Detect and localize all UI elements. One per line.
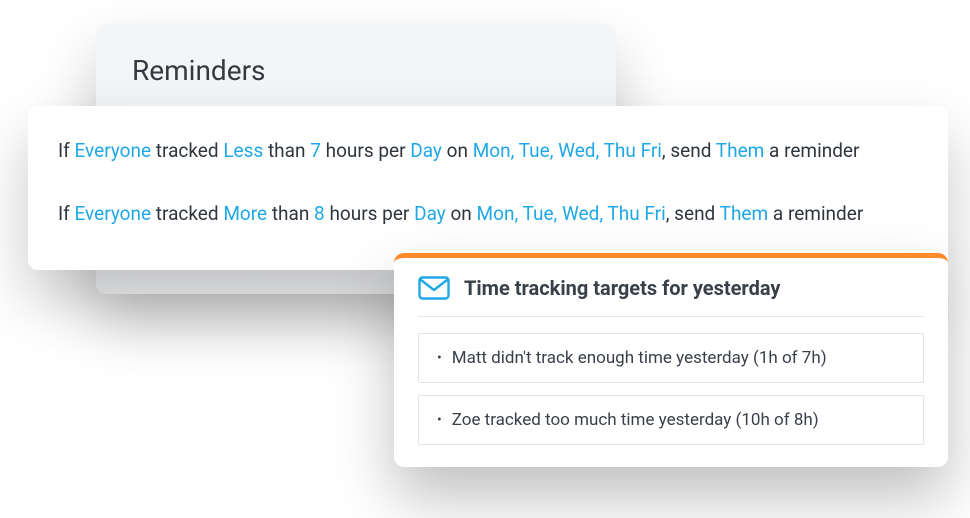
rule-period-token[interactable]: Day — [414, 202, 446, 225]
list-item: • Zoe tracked too much time yesterday (1… — [418, 395, 924, 445]
rule-hours-token[interactable]: 7 — [310, 139, 321, 162]
targets-title: Time tracking targets for yesterday — [464, 276, 780, 300]
page-title: Reminders — [132, 54, 580, 87]
rule-text: , send — [662, 139, 712, 162]
rule-text: If — [58, 139, 70, 162]
rule-text: hours per — [326, 139, 406, 162]
rule-text: tracked — [156, 139, 219, 162]
rule-hours-token[interactable]: 8 — [314, 202, 325, 225]
target-item-text: Zoe tracked too much time yesterday (10h… — [452, 410, 819, 430]
rule-text: hours per — [329, 202, 409, 225]
rule-comparator-token[interactable]: More — [223, 202, 267, 225]
bullet-icon: • — [437, 412, 442, 428]
target-item-text: Matt didn't track enough time yesterday … — [452, 348, 827, 368]
reminder-rule: If Everyone tracked More than 8 hours pe… — [58, 203, 918, 226]
divider — [418, 316, 924, 317]
rule-who-token[interactable]: Everyone — [75, 139, 152, 162]
time-tracking-targets-panel: Time tracking targets for yesterday • Ma… — [394, 253, 948, 467]
targets-list: • Matt didn't track enough time yesterda… — [394, 333, 948, 445]
list-item: • Matt didn't track enough time yesterda… — [418, 333, 924, 383]
rule-comparator-token[interactable]: Less — [223, 139, 263, 162]
rule-text: a reminder — [769, 139, 859, 162]
bullet-icon: • — [437, 350, 442, 366]
rule-text: than — [272, 202, 310, 225]
reminder-rules-panel: If Everyone tracked Less than 7 hours pe… — [28, 106, 948, 270]
rule-recipient-token[interactable]: Them — [720, 202, 769, 225]
rule-text: than — [268, 139, 306, 162]
reminder-rule: If Everyone tracked Less than 7 hours pe… — [58, 140, 918, 163]
rule-days-token[interactable]: Mon, Tue, Wed, Thu Fri — [473, 139, 662, 162]
mail-icon — [418, 276, 450, 300]
rule-period-token[interactable]: Day — [410, 139, 442, 162]
rule-text: If — [58, 202, 70, 225]
rule-who-token[interactable]: Everyone — [75, 202, 152, 225]
rule-text: on — [450, 202, 471, 225]
rule-text: a reminder — [773, 202, 863, 225]
rule-text: tracked — [156, 202, 219, 225]
rule-days-token[interactable]: Mon, Tue, Wed, Thu Fri — [477, 202, 666, 225]
targets-header: Time tracking targets for yesterday — [394, 258, 948, 316]
rule-text: , send — [666, 202, 716, 225]
rule-text: on — [447, 139, 468, 162]
rule-recipient-token[interactable]: Them — [716, 139, 765, 162]
